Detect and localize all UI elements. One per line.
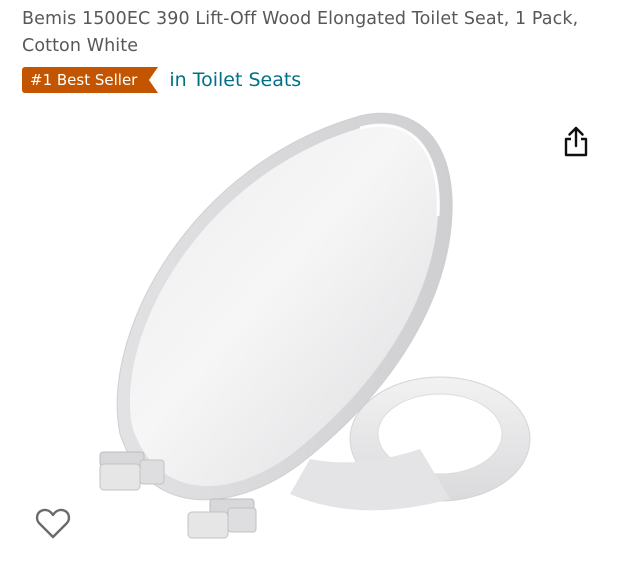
- share-button[interactable]: [560, 124, 592, 160]
- best-seller-badge[interactable]: #1 Best Seller: [22, 67, 159, 93]
- share-icon: [564, 126, 588, 157]
- wishlist-button[interactable]: [34, 504, 72, 542]
- toilet-seat-product-image[interactable]: [60, 104, 560, 554]
- right-hinge-graphic: [187, 498, 257, 539]
- category-link[interactable]: in Toilet Seats: [169, 69, 301, 91]
- best-seller-row: #1 Best Seller in Toilet Seats: [22, 66, 301, 94]
- product-title: Bemis 1500EC 390 Lift-Off Wood Elongated…: [22, 9, 579, 56]
- heart-outline-icon: [35, 508, 71, 539]
